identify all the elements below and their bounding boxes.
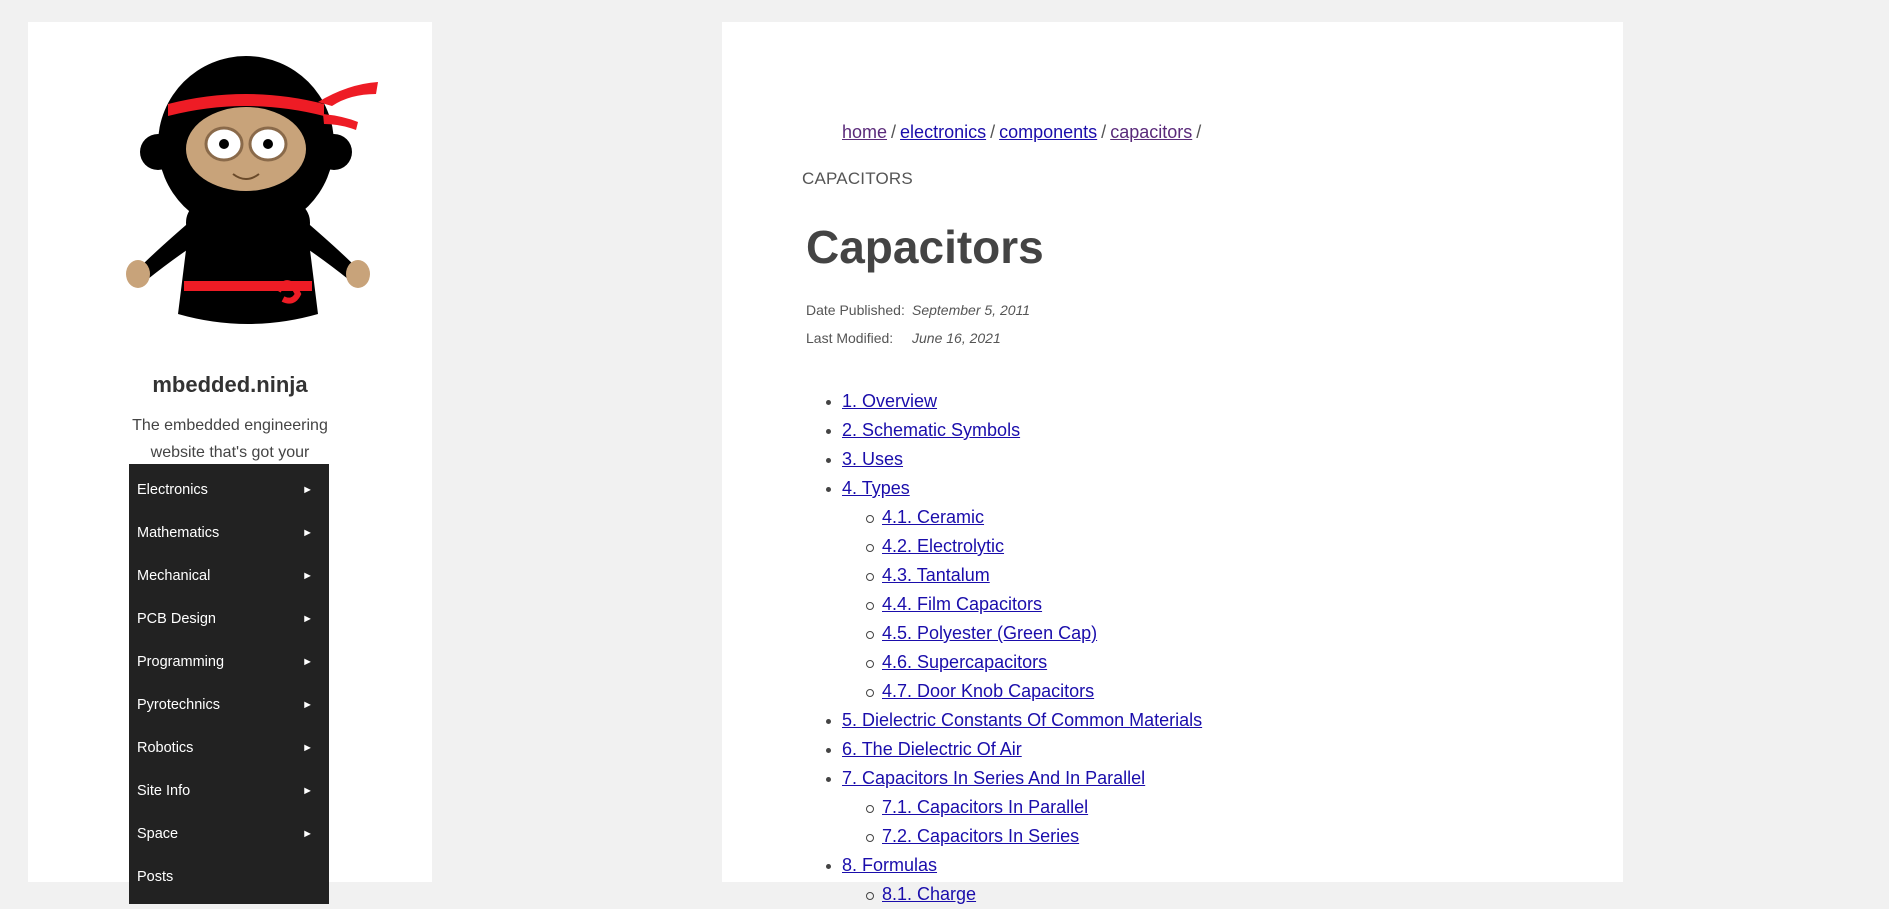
- nav-item-space[interactable]: Space ►: [129, 812, 329, 855]
- toc-item: 8. Formulas: [825, 851, 1202, 880]
- toc-item: 3. Uses: [825, 445, 1202, 474]
- toc-link-in-series[interactable]: 7.2. Capacitors In Series: [882, 826, 1079, 846]
- breadcrumb-separator: /: [891, 122, 897, 142]
- nav-item-label: Posts: [137, 868, 174, 885]
- nav-item-posts[interactable]: Posts: [129, 855, 329, 898]
- nav-item-mathematics[interactable]: Mathematics ►: [129, 511, 329, 554]
- category-label: CAPACITORS: [802, 169, 913, 188]
- nav-item-pyrotechnics[interactable]: Pyrotechnics ►: [129, 683, 329, 726]
- nav-item-label: Electronics: [137, 481, 208, 498]
- nav-item-mechanical[interactable]: Mechanical ►: [129, 554, 329, 597]
- toc-subitem: 4.7. Door Knob Capacitors: [842, 677, 1202, 706]
- toc-link-dielectric-constants[interactable]: 5. Dielectric Constants Of Common Materi…: [842, 710, 1202, 730]
- nav-item-label: Space: [137, 825, 179, 842]
- toc-link-schematic-symbols[interactable]: 2. Schematic Symbols: [842, 420, 1020, 440]
- toc-link-series-parallel[interactable]: 7. Capacitors In Series And In Parallel: [842, 768, 1145, 788]
- toc-link-dielectric-of-air[interactable]: 6. The Dielectric Of Air: [842, 739, 1022, 759]
- toc-subitem: 4.3. Tantalum: [842, 561, 1202, 590]
- last-modified-label: Last Modified:: [806, 330, 894, 346]
- toc-subitem: 8.1. Charge: [842, 880, 1202, 909]
- nav-item-label: Pyrotechnics: [137, 696, 221, 713]
- toc-item: 4. Types: [825, 474, 1202, 503]
- nav-item-electronics[interactable]: Electronics ►: [129, 468, 329, 511]
- expand-arrow-icon: ►: [302, 784, 313, 797]
- expand-arrow-icon: ►: [302, 569, 313, 582]
- breadcrumb-electronics-link[interactable]: electronics: [900, 122, 986, 142]
- breadcrumb-components-link[interactable]: components: [999, 122, 1097, 142]
- toc-item: 2. Schematic Symbols: [825, 416, 1202, 445]
- page-meta: Date Published: September 5, 2011 Last M…: [806, 296, 1030, 352]
- toc-subitem: 7.2. Capacitors In Series: [842, 822, 1202, 851]
- breadcrumb-separator: /: [990, 122, 996, 142]
- page-title: Capacitors: [806, 221, 1044, 273]
- toc-item: 1. Overview: [825, 387, 1202, 416]
- toc-link-polyester[interactable]: 4.5. Polyester (Green Cap): [882, 623, 1097, 643]
- nav-item-label: PCB Design: [137, 610, 216, 627]
- nav-item-site-info[interactable]: Site Info ►: [129, 769, 329, 812]
- expand-arrow-icon: ►: [302, 827, 313, 840]
- breadcrumb-home-link[interactable]: home: [842, 122, 887, 142]
- toc-subitem: 4.4. Film Capacitors: [842, 590, 1202, 619]
- nav-item-programming[interactable]: Programming ►: [129, 640, 329, 683]
- toc-subitem: 7.1. Capacitors In Parallel: [842, 793, 1202, 822]
- nav-item-robotics[interactable]: Robotics ►: [129, 726, 329, 769]
- toc-item: 5. Dielectric Constants Of Common Materi…: [825, 706, 1202, 735]
- toc-link-tantalum[interactable]: 4.3. Tantalum: [882, 565, 990, 585]
- toc-link-film-capacitors[interactable]: 4.4. Film Capacitors: [882, 594, 1042, 614]
- nav-item-label: Robotics: [137, 739, 194, 756]
- toc-item: 6. The Dielectric Of Air: [825, 735, 1202, 764]
- breadcrumb: home / electronics / components / capacitors /: [842, 122, 1205, 143]
- breadcrumb-separator: /: [1101, 122, 1107, 142]
- last-modified-value: June 16, 2021: [912, 330, 1001, 346]
- expand-arrow-icon: ►: [302, 741, 313, 754]
- toc-subitem: 4.5. Polyester (Green Cap): [842, 619, 1202, 648]
- toc-link-charge[interactable]: 8.1. Charge: [882, 884, 976, 904]
- toc-subitem: 4.6. Supercapacitors: [842, 648, 1202, 677]
- toc-subitem: 4.1. Ceramic: [842, 503, 1202, 532]
- ninja-logo[interactable]: [118, 44, 378, 328]
- toc-link-formulas[interactable]: 8. Formulas: [842, 855, 937, 875]
- nav-item-label: Programming: [137, 653, 225, 670]
- toc-link-supercapacitors[interactable]: 4.6. Supercapacitors: [882, 652, 1047, 672]
- expand-arrow-icon: ►: [302, 655, 313, 668]
- toc-link-electrolytic[interactable]: 4.2. Electrolytic: [882, 536, 1004, 556]
- expand-arrow-icon: ►: [302, 698, 313, 711]
- date-published-value: September 5, 2011: [912, 302, 1031, 318]
- toc-link-door-knob[interactable]: 4.7. Door Knob Capacitors: [882, 681, 1094, 701]
- toc-link-uses[interactable]: 3. Uses: [842, 449, 903, 469]
- expand-arrow-icon: ►: [302, 526, 313, 539]
- nav-item-label: Mathematics: [137, 524, 220, 541]
- toc-link-overview[interactable]: 1. Overview: [842, 391, 937, 411]
- main-nav: Electronics ► Mathematics ► Mechanical ►…: [129, 464, 329, 904]
- breadcrumb-separator: /: [1196, 122, 1202, 142]
- toc-link-types[interactable]: 4. Types: [842, 478, 910, 498]
- ninja-logo-image: [126, 56, 378, 324]
- toc-link-in-parallel[interactable]: 7.1. Capacitors In Parallel: [882, 797, 1088, 817]
- main-content: home / electronics / components / capacitors / …: [722, 22, 1623, 904]
- toc-link-ceramic[interactable]: 4.1. Ceramic: [882, 507, 984, 527]
- date-published-label: Date Published:: [806, 302, 905, 318]
- toc-item: 7. Capacitors In Series And In Parallel: [825, 764, 1202, 793]
- toc-subitem: 4.2. Electrolytic: [842, 532, 1202, 561]
- expand-arrow-icon: ►: [302, 483, 313, 496]
- breadcrumb-capacitors-link[interactable]: capacitors: [1110, 122, 1192, 142]
- nav-item-label: Site Info: [137, 782, 191, 799]
- sidebar: mbedded.ninja The embedded engineering w…: [28, 22, 432, 904]
- nav-item-pcb-design[interactable]: PCB Design ►: [129, 597, 329, 640]
- table-of-contents: 1. Overview 2. Schematic Symbols 3. Uses…: [825, 387, 1202, 909]
- site-title[interactable]: mbedded.ninja: [28, 372, 432, 398]
- nav-item-label: Mechanical: [137, 567, 211, 584]
- expand-arrow-icon: ►: [302, 612, 313, 625]
